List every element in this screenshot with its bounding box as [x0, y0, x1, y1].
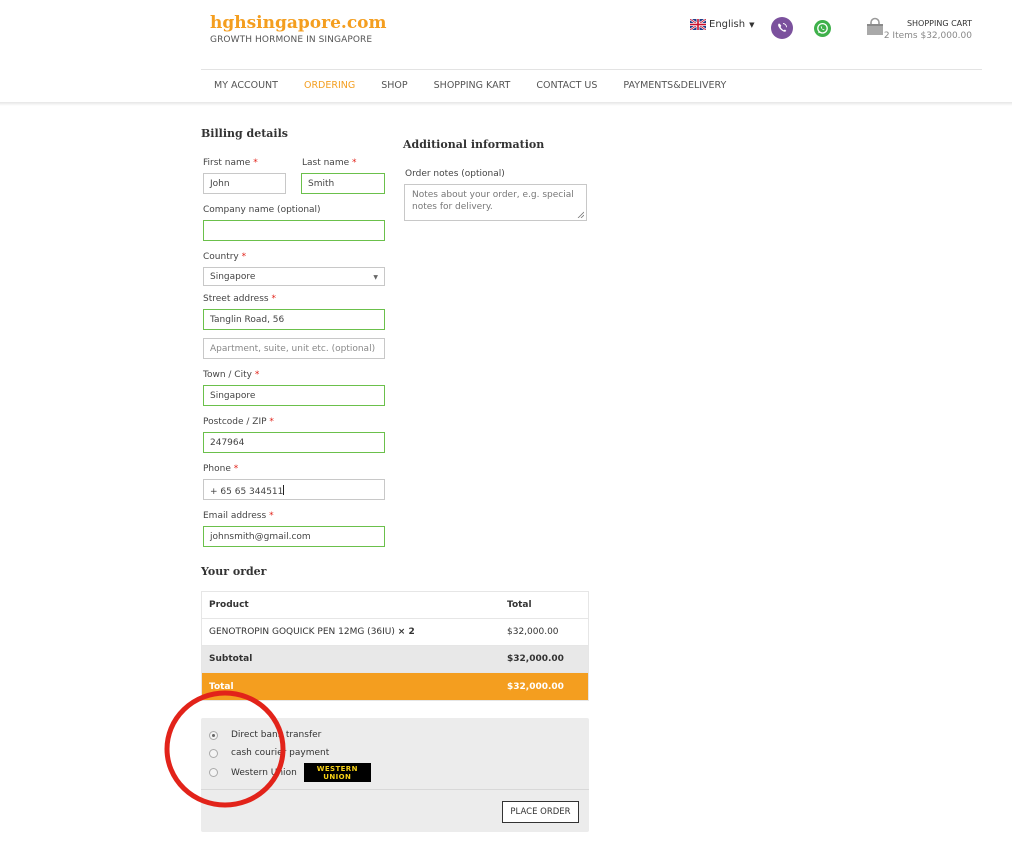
radio-cash-courier[interactable]: [209, 748, 218, 758]
nav-contact-us[interactable]: CONTACT US: [523, 80, 610, 91]
nav-shopping-kart[interactable]: SHOPPING KART: [421, 80, 524, 91]
order-item-row: GENOTROPIN GOQUICK PEN 12MG (36IU) × 2 $…: [202, 619, 588, 646]
last-name-label: Last name *: [302, 158, 357, 168]
apartment-placeholder: Apartment, suite, unit etc. (optional): [210, 344, 376, 354]
city-label: Town / City *: [203, 370, 260, 380]
country-label: Country *: [203, 252, 247, 262]
resize-handle-icon[interactable]: [577, 211, 584, 218]
first-name-field[interactable]: John: [203, 173, 286, 194]
whatsapp-icon[interactable]: [814, 20, 831, 37]
order-item-product: GENOTROPIN GOQUICK PEN 12MG (36IU) × 2: [209, 627, 415, 637]
last-name-field[interactable]: Smith: [301, 173, 385, 194]
apartment-field[interactable]: Apartment, suite, unit etc. (optional): [203, 338, 385, 359]
company-field[interactable]: [203, 220, 385, 241]
language-selector[interactable]: English ▼: [690, 19, 755, 30]
order-table: Product Total GENOTROPIN GOQUICK PEN 12M…: [201, 591, 589, 701]
city-field[interactable]: Singapore: [203, 385, 385, 406]
phone-label: Phone *: [203, 464, 239, 474]
viber-icon[interactable]: [771, 17, 793, 39]
language-label: English: [709, 19, 746, 30]
order-item-total: $32,000.00: [507, 627, 559, 637]
payment-label-cash-courier: cash courier payment: [231, 748, 330, 758]
additional-info-heading: Additional information: [403, 138, 545, 151]
street-label: Street address *: [203, 294, 276, 304]
total-label: Total: [209, 681, 234, 692]
payment-divider: [201, 789, 589, 790]
country-value: Singapore: [210, 272, 256, 282]
shopping-cart-title[interactable]: SHOPPING CART: [907, 19, 972, 28]
order-notes-placeholder: Notes about your order, e.g. special not…: [412, 190, 574, 212]
header-divider: [201, 69, 982, 70]
header-shadow: [0, 102, 1012, 106]
subtotal-label: Subtotal: [209, 654, 253, 664]
billing-heading: Billing details: [201, 127, 288, 140]
chevron-down-icon: ▼: [749, 20, 755, 29]
order-notes-textarea[interactable]: Notes about your order, e.g. special not…: [404, 184, 587, 221]
shopping-bag-icon[interactable]: [865, 17, 885, 37]
payment-option-western-union[interactable]: Western Union WESTERN UNION: [209, 763, 371, 782]
payment-methods-box: Direct bank transfer cash courier paymen…: [201, 718, 589, 832]
total-value: $32,000.00: [507, 681, 564, 692]
company-label: Company name (optional): [203, 205, 321, 215]
nav-ordering[interactable]: ORDERING: [291, 80, 368, 91]
payment-label-bank-transfer: Direct bank transfer: [231, 730, 322, 740]
text-cursor: [283, 485, 285, 495]
payment-option-cash-courier[interactable]: cash courier payment: [209, 748, 329, 758]
nav-shop[interactable]: SHOP: [368, 80, 420, 91]
subtotal-value: $32,000.00: [507, 654, 564, 664]
product-column-header: Product: [209, 600, 249, 610]
main-navigation: MY ACCOUNT ORDERING SHOP SHOPPING KART C…: [201, 80, 739, 91]
email-field[interactable]: johnsmith@gmail.com: [203, 526, 385, 547]
nav-payments-delivery[interactable]: PAYMENTS&DELIVERY: [610, 80, 739, 91]
country-select[interactable]: Singapore ▼: [203, 267, 385, 286]
first-name-label: First name *: [203, 158, 258, 168]
radio-western-union[interactable]: [209, 768, 218, 777]
uk-flag-icon: [690, 19, 706, 30]
chevron-down-icon: ▼: [373, 274, 378, 281]
cart-summary[interactable]: 2 Items $32,000.00: [884, 31, 972, 41]
phone-value: + 65 65 344511: [210, 487, 284, 497]
your-order-heading: Your order: [201, 565, 267, 578]
payment-label-western-union: Western Union: [231, 767, 297, 778]
total-row: Total $32,000.00: [202, 673, 588, 700]
place-order-button[interactable]: PLACE ORDER: [502, 801, 579, 823]
order-notes-label: Order notes (optional): [405, 169, 505, 179]
site-tagline: GROWTH HORMONE IN SINGAPORE: [210, 35, 373, 45]
radio-bank-transfer[interactable]: [209, 730, 218, 740]
postcode-label: Postcode / ZIP *: [203, 417, 274, 427]
nav-my-account[interactable]: MY ACCOUNT: [201, 80, 291, 91]
payment-option-bank-transfer[interactable]: Direct bank transfer: [209, 730, 321, 740]
order-table-header: Product Total: [202, 592, 588, 619]
subtotal-row: Subtotal $32,000.00: [202, 646, 588, 673]
street-address-field[interactable]: Tanglin Road, 56: [203, 309, 385, 330]
total-column-header: Total: [507, 600, 532, 610]
western-union-logo: WESTERN UNION: [303, 763, 371, 782]
email-label: Email address *: [203, 511, 274, 521]
site-logo-title[interactable]: hghsingapore.com: [210, 13, 387, 33]
postcode-field[interactable]: 247964: [203, 432, 385, 453]
phone-field[interactable]: + 65 65 344511: [203, 479, 385, 500]
